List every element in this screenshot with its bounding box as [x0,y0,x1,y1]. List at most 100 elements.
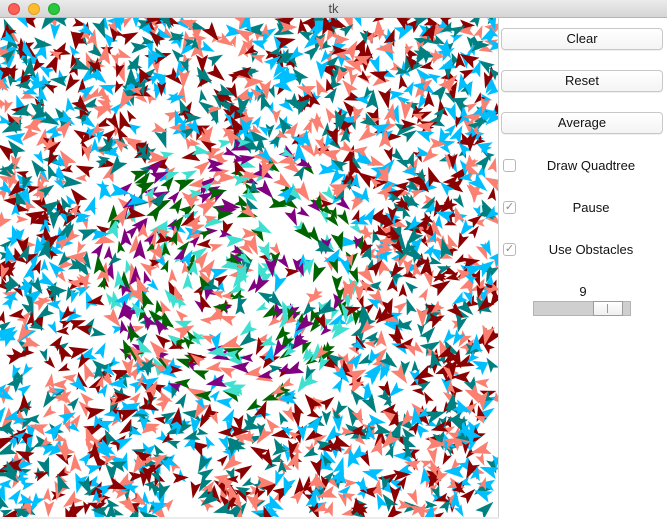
boid-arrow [42,487,52,502]
boid-arrow [406,488,418,506]
boid-arrow [319,396,335,411]
boid-arrow [110,52,119,66]
boid-arrow [78,452,92,467]
boid-arrow [378,87,391,109]
boid-arrow [323,87,337,104]
boid-arrow [193,160,211,176]
boid-arrow [215,397,233,409]
draw-quadtree-checkbox[interactable] [503,159,516,172]
pause-toggle[interactable]: ✓ Pause [499,199,667,219]
boid-arrow [303,45,320,61]
clear-button[interactable]: Clear [501,28,663,50]
boid-arrow [475,452,485,466]
boid-arrow [77,229,98,242]
boid-arrow [216,455,228,467]
boid-arrow [0,211,12,228]
boid-arrow [383,103,396,123]
boid-arrow [57,362,71,372]
boid-arrow [350,389,365,406]
boid-arrow [149,340,169,361]
boid-arrow [109,103,122,116]
boid-arrow [137,338,153,359]
boid-arrow [268,364,283,374]
boid-arrow [288,46,305,61]
boid-arrow [70,188,88,208]
boid-arrow [358,125,377,142]
boid-arrow [271,109,281,124]
boid-arrow [115,48,132,58]
boid-arrow [487,157,497,173]
boid-arrow [146,204,162,223]
boid-arrow [338,140,355,153]
boid-arrow [304,394,323,414]
boid-arrow [178,69,191,89]
boid-arrow [196,238,212,249]
boid-arrow [8,308,25,319]
draw-quadtree-label: Draw Quadtree [546,158,636,173]
boid-arrow [65,97,75,113]
boid-arrow [0,310,5,324]
boid-arrow [47,164,58,181]
boid-arrow [334,400,348,417]
scale-slider-thumb[interactable] [593,301,623,316]
scale-slider[interactable] [533,301,631,316]
boid-arrow [446,301,464,319]
boid-arrow [430,280,451,297]
boid-arrow [168,268,178,283]
boid-arrow [40,258,49,272]
boid-arrow [42,405,57,418]
boid-arrow [127,110,137,123]
boid-arrow [16,18,29,28]
use-obstacles-checkbox[interactable]: ✓ [503,243,516,256]
boid-arrow [475,501,494,517]
boid-arrow [320,149,341,163]
draw-quadtree-toggle[interactable]: Draw Quadtree [499,157,667,177]
boid-arrow [205,374,227,387]
boid-arrow [388,381,405,398]
boid-arrow [22,362,34,377]
boid-arrow [20,482,35,491]
boid-arrow [418,288,428,302]
boid-arrow [103,245,113,260]
pause-checkbox[interactable]: ✓ [503,201,516,214]
average-button[interactable]: Average [501,112,663,134]
boid-arrow [383,146,393,162]
boid-arrow [464,158,479,168]
boid-arrow [222,452,243,471]
boid-arrow [373,423,392,435]
boid-arrow [114,80,124,94]
boid-arrow [246,492,259,513]
boid-arrow [182,273,193,290]
boid-arrow [151,122,168,132]
boid-arrow [284,207,297,227]
boid-arrow [199,89,208,103]
boid-arrow [220,335,242,348]
boid-arrow [210,290,225,299]
boid-arrow [411,360,419,373]
boid-arrow [4,98,14,114]
boid-arrow [439,195,458,214]
boid-arrow [239,353,254,363]
boid-arrow [481,341,495,355]
boid-arrow [44,84,58,94]
boid-arrow [484,177,498,192]
boid-arrow [274,273,287,293]
boid-arrow [269,453,285,463]
boid-arrow [449,34,464,43]
title-bar: tk [0,0,667,18]
scale-value: 9 [579,284,587,299]
boid-arrow [141,290,155,310]
use-obstacles-toggle[interactable]: ✓ Use Obstacles [499,241,667,261]
simulation-canvas[interactable] [0,18,499,517]
boid-arrow [456,315,468,333]
boids-drawing [0,18,498,517]
window-title: tk [328,1,339,16]
boid-arrow [349,71,358,87]
reset-button[interactable]: Reset [501,70,663,92]
boid-arrow [393,301,408,315]
boid-arrow [47,208,61,230]
boid-arrow [255,179,274,199]
control-panel: Clear Reset Average Draw Quadtree ✓ Paus… [499,18,667,519]
boid-arrow [5,132,26,146]
boid-arrow [103,307,121,328]
